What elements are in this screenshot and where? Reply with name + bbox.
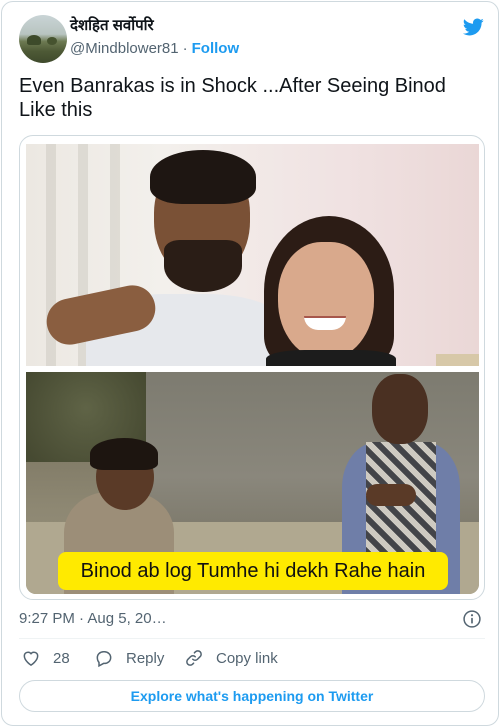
avatar-tree: [27, 35, 41, 45]
media-photo-couple: [26, 144, 479, 366]
follow-button[interactable]: Follow: [192, 40, 240, 57]
divider: [19, 638, 485, 639]
twitter-bird-icon[interactable]: [460, 16, 486, 38]
woman-top: [266, 350, 396, 366]
standing-man-hands: [366, 484, 416, 506]
reply-label: Reply: [126, 649, 165, 667]
tweet-card: देशहित सर्वोपरि @Mindblower81 · Follow Eve…: [1, 1, 499, 726]
standing-man-head: [372, 374, 428, 444]
avatar-tree: [47, 37, 57, 45]
link-icon: [186, 650, 202, 666]
woman-face: [278, 242, 374, 360]
tweet-media[interactable]: Binod ab log Tumhe hi dekh Rahe hain: [19, 135, 485, 600]
meme-caption-box: Binod ab log Tumhe hi dekh Rahe hain: [58, 552, 448, 590]
handle-separator: ·: [182, 40, 188, 57]
author-avatar[interactable]: [19, 15, 67, 63]
timestamp-separator: ·: [74, 610, 88, 627]
sitting-man-hair: [90, 438, 158, 470]
man-hair: [150, 150, 256, 204]
tweet-date[interactable]: Aug 5, 20…: [87, 610, 166, 627]
like-count: 28: [53, 649, 70, 667]
like-button[interactable]: 28: [21, 648, 70, 668]
man-beard: [164, 240, 242, 292]
author-handle-row: @Mindblower81 · Follow: [70, 39, 239, 59]
tweet-time[interactable]: 9:27 PM: [19, 610, 75, 627]
explore-twitter-button[interactable]: Explore what's happening on Twitter: [19, 680, 485, 712]
media-photo-village: Binod ab log Tumhe hi dekh Rahe hain: [26, 372, 479, 594]
tweet-actions: 28 Reply Copy link: [19, 648, 485, 672]
author-handle[interactable]: @Mindblower81: [70, 40, 179, 57]
reply-button[interactable]: Reply: [94, 648, 164, 668]
shelf: [436, 354, 479, 366]
copy-link-label: Copy link: [216, 649, 278, 667]
copy-link-button[interactable]: Copy link: [184, 648, 278, 668]
tweet-text: Even Banrakas is in Shock ...After Seein…: [19, 75, 446, 121]
author-display-name[interactable]: देशहित सर्वोपरि: [70, 16, 154, 36]
heart-icon: [23, 651, 39, 666]
tweet-timestamp[interactable]: 9:27 PM · Aug 5, 20…: [19, 609, 167, 629]
speech-bubble-icon: [96, 651, 112, 668]
info-icon[interactable]: [462, 609, 482, 629]
meme-caption: Binod ab log Tumhe hi dekh Rahe hain: [80, 559, 426, 582]
